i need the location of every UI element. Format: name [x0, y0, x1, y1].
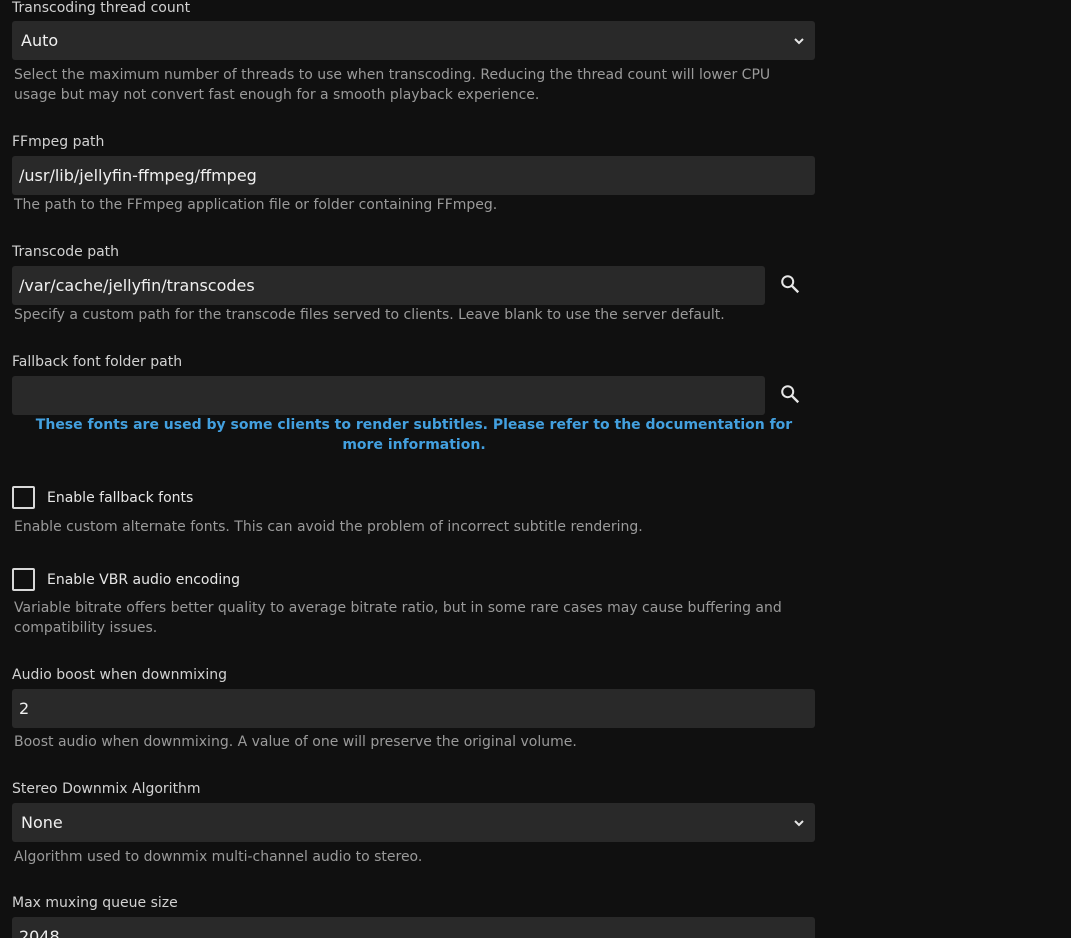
enable-vbr-audio-label: Enable VBR audio encoding [47, 572, 241, 588]
audio-boost-label: Audio boost when downmixing [12, 667, 227, 683]
stereo-downmix-label: Stereo Downmix Algorithm [12, 781, 201, 797]
enable-vbr-audio-checkbox[interactable] [12, 568, 35, 591]
ffmpeg-path-value: /usr/lib/jellyfin-ffmpeg/ffmpeg [19, 166, 257, 185]
enable-fallback-fonts-description: Enable custom alternate fonts. This can … [14, 519, 643, 535]
ffmpeg-path-description: The path to the FFmpeg application file … [14, 197, 498, 213]
enable-fallback-fonts-checkbox[interactable] [12, 486, 35, 509]
fallback-font-info-link[interactable]: These fonts are used by some clients to … [14, 415, 814, 455]
transcode-path-input[interactable]: /var/cache/jellyfin/transcodes [12, 266, 765, 305]
transcoding-settings-page: Transcoding thread count Auto Select the… [0, 0, 1071, 938]
fallback-font-path-label: Fallback font folder path [12, 354, 183, 370]
enable-vbr-audio-description: Variable bitrate offers better quality t… [14, 600, 782, 636]
stereo-downmix-select[interactable]: None [12, 803, 815, 842]
enable-fallback-fonts-label: Enable fallback fonts [47, 490, 194, 506]
transcoding-thread-count-description: Select the maximum number of threads to … [14, 67, 771, 103]
audio-boost-input[interactable]: 2 [12, 689, 815, 728]
stereo-downmix-value: None [21, 813, 63, 832]
audio-boost-value: 2 [19, 699, 30, 718]
audio-boost-description: Boost audio when downmixing. A value of … [14, 734, 577, 750]
transcoding-thread-count-value: Auto [21, 31, 59, 50]
transcoding-thread-count-select[interactable]: Auto [12, 21, 815, 60]
chevron-down-icon [794, 38, 804, 45]
max-muxing-queue-input[interactable]: 2048 [12, 917, 815, 938]
search-icon [781, 275, 800, 294]
transcode-path-browse-button[interactable] [775, 269, 805, 299]
transcoding-thread-count-label: Transcoding thread count [12, 0, 191, 16]
fallback-font-path-input[interactable] [12, 376, 765, 415]
search-icon [781, 385, 800, 404]
max-muxing-queue-label: Max muxing queue size [12, 895, 178, 911]
stereo-downmix-description: Algorithm used to downmix multi-channel … [14, 849, 423, 865]
ffmpeg-path-input[interactable]: /usr/lib/jellyfin-ffmpeg/ffmpeg [12, 156, 815, 195]
ffmpeg-path-label: FFmpeg path [12, 134, 105, 150]
fallback-font-path-browse-button[interactable] [775, 379, 805, 409]
transcode-path-description: Specify a custom path for the transcode … [14, 307, 725, 323]
transcode-path-label: Transcode path [12, 244, 120, 260]
max-muxing-queue-value: 2048 [19, 927, 60, 938]
chevron-down-icon [794, 820, 804, 827]
transcode-path-value: /var/cache/jellyfin/transcodes [19, 276, 255, 295]
